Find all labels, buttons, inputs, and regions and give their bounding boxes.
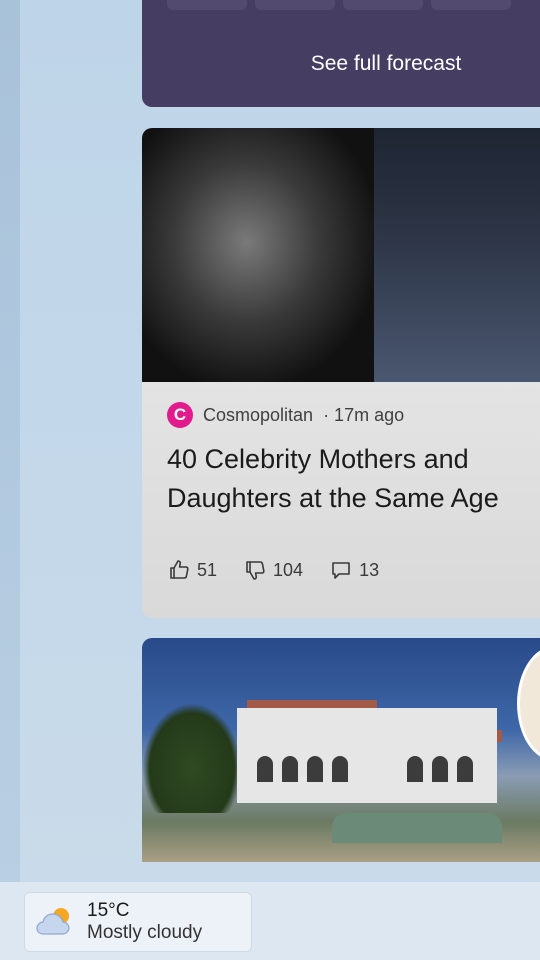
house-window: [457, 756, 473, 782]
forecast-tiles: [167, 0, 511, 10]
news-card-image: [142, 128, 540, 382]
person-avatar: [517, 646, 540, 761]
house-window: [307, 756, 323, 782]
thumbs-down-icon: [246, 561, 265, 580]
like-button[interactable]: 51: [167, 558, 217, 582]
source-logo: C: [167, 402, 193, 428]
condition-label: Mostly cloudy: [87, 922, 203, 943]
widgets-panel: See full forecast C Cosmopolitan · 17m a…: [20, 0, 540, 862]
trees: [142, 703, 242, 813]
comments-button[interactable]: 13: [329, 558, 379, 582]
house-window: [432, 756, 448, 782]
source-name[interactable]: Cosmopolitan: [203, 405, 313, 426]
publish-time: · 17m ago: [323, 404, 405, 425]
thumbs-up-icon: [170, 560, 189, 579]
forecast-day-tile[interactable]: [167, 0, 247, 10]
news-image-left-photo: [142, 128, 374, 382]
pool: [332, 813, 502, 843]
news-card[interactable]: C Cosmopolitan · 17m ago 40 Celebrity Mo…: [142, 128, 540, 618]
dislike-count: 104: [273, 559, 304, 580]
reaction-bar: 51 104 13: [167, 558, 379, 582]
desktop-edge: [0, 0, 20, 885]
news-source-row: C Cosmopolitan · 17m ago: [167, 402, 404, 428]
like-count: 51: [197, 559, 218, 580]
partly-cloudy-icon: [36, 908, 70, 935]
house-window: [257, 756, 273, 782]
forecast-day-tile[interactable]: [431, 0, 511, 10]
taskbar-weather-widget[interactable]: 15°C Mostly cloudy: [24, 892, 252, 952]
forecast-day-tile[interactable]: [255, 0, 335, 10]
forecast-day-tile[interactable]: [343, 0, 423, 10]
weather-widget-text: 15°C Mostly cloudy: [87, 900, 202, 944]
news-card[interactable]: [142, 638, 540, 862]
news-headline[interactable]: 40 Celebrity Mothers and Daughters at th…: [167, 440, 540, 518]
house: [237, 708, 497, 803]
weather-card[interactable]: See full forecast: [142, 0, 540, 107]
temperature-label: 15°C: [87, 900, 130, 921]
comment-count: 13: [359, 559, 380, 580]
dislike-button[interactable]: 104: [243, 558, 303, 582]
see-full-forecast-link[interactable]: See full forecast: [142, 52, 540, 76]
house-window: [282, 756, 298, 782]
comment-icon: [332, 562, 350, 579]
house-window: [332, 756, 348, 782]
news-image-right-photo: [374, 128, 540, 382]
house-window: [407, 756, 423, 782]
